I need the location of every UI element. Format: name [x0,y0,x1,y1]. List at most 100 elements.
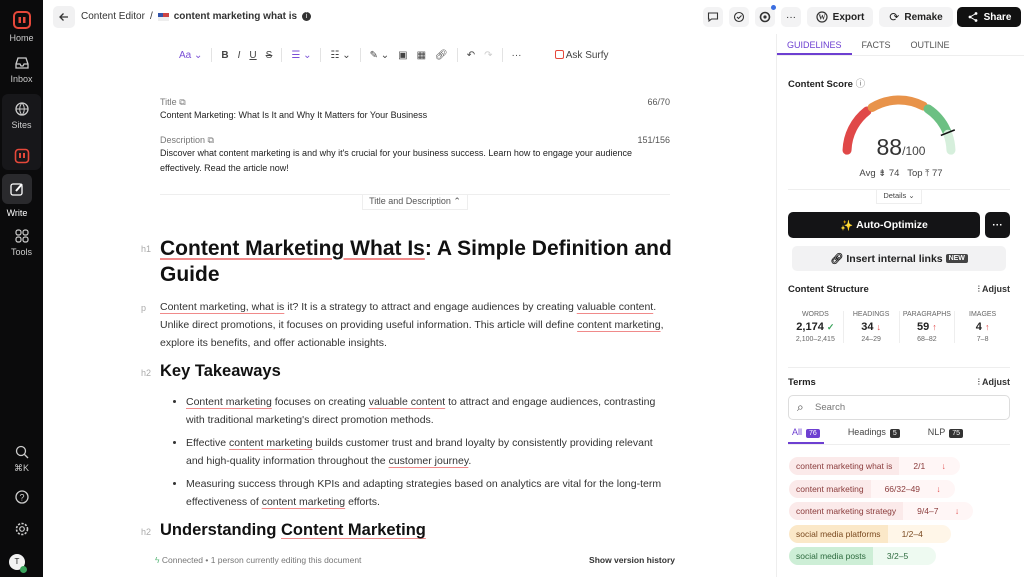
guidelines-panel: GUIDELINES FACTS OUTLINE Content Score ⓘ 8… [776,34,1024,577]
gauge-green-segment [923,104,952,138]
copy-icon[interactable]: ⧉ [179,97,185,107]
term-tab-headings[interactable]: Headings 5 [844,424,904,444]
list-dropdown[interactable]: ☷ ⌄ [330,50,350,61]
stat-paragraphs: PARAGRAPHS 59 ↑ 68–82 [900,311,956,343]
term-highlight[interactable]: customer journey [389,455,469,467]
auto-optimize-button[interactable]: ✨ Auto-Optimize [788,212,980,238]
term-highlight[interactable]: valuable content [577,301,653,313]
status-bar: ϟ Connected • 1 person currently editing… [155,555,675,565]
term-highlight[interactable]: content marketing [577,319,660,331]
underline-button[interactable]: U [249,50,256,61]
term-highlight[interactable]: content marketing [229,437,312,449]
site-logo[interactable] [0,148,43,164]
adjust-terms-button[interactable]: ⫶ Adjust [978,377,1010,388]
italic-button[interactable]: I [238,50,241,61]
surfy-icon [554,49,564,59]
description-field[interactable]: Description ⧉ 151/156 Discover what conten… [160,135,670,176]
title-description-toggle[interactable]: Title and Description ⌃ [362,194,468,210]
sidebar: Home Inbox Sites Write Tools ⌘K ? T [0,0,43,577]
ask-surfy-button[interactable]: Ask Surfy [554,49,609,61]
intro-paragraph: Content marketing, what is it? It is a s… [160,298,670,352]
sidebar-item-sites[interactable]: Sites [0,101,43,130]
term-highlight[interactable]: Content marketing [186,396,272,408]
redo-icon[interactable]: ↷ [484,50,492,61]
version-history-link[interactable]: Show version history [589,555,675,565]
term-highlight[interactable]: Content Marketing [281,521,426,539]
status-icon: ↓ [876,322,882,332]
highlight-dropdown[interactable]: ✎ ⌄ [370,50,390,61]
term-chip[interactable]: content marketing what is 2/1 ↓ [789,457,960,475]
logo-icon [12,11,31,29]
more-options-button[interactable]: ··· [985,212,1010,238]
table-icon[interactable]: ▦ [417,50,426,61]
tab-outline[interactable]: OUTLINE [901,34,960,55]
export-button[interactable]: W Export [807,7,873,27]
term-chip[interactable]: social media posts 3/2–5 [789,547,937,565]
share-button[interactable]: Share [957,7,1021,27]
info-icon[interactable]: i [302,12,312,21]
term-highlight[interactable]: content marketing [262,496,345,508]
font-style-dropdown[interactable]: Aa ⌄ [179,50,202,61]
svg-text:?: ? [19,493,24,503]
sidebar-item-home[interactable]: Home [0,10,43,43]
link-icon[interactable]: 🔗︎ [435,50,448,61]
wordpress-icon: W [816,11,828,23]
list-item: Measuring success through KPIs and adapt… [186,475,670,511]
more-button[interactable]: ··· [781,7,801,27]
term-tab-all[interactable]: All 76 [788,424,824,444]
top-bar: Content Editor / content marketing what … [43,0,1024,34]
strikethrough-button[interactable]: S [266,50,273,61]
details-toggle[interactable]: Details ⌄ [876,190,922,204]
more-icon[interactable]: ··· [512,50,522,61]
bold-button[interactable]: B [221,50,228,61]
text-segment: . [468,455,472,467]
breadcrumb-root[interactable]: Content Editor [81,11,145,22]
help-icon: ? [14,490,29,504]
check-button[interactable] [729,7,749,27]
comment-icon [707,12,719,23]
term-highlight[interactable]: Content Marketing What Is [160,237,425,260]
refresh-icon: ⟳ [889,10,900,24]
search-button[interactable]: ⌘K [0,444,43,474]
term-chip[interactable]: social media platforms 1/2–4 [789,524,951,543]
sidebar-item-write[interactable] [0,181,34,197]
stat-images: IMAGES 4 ↑ 7–8 [969,311,997,343]
text-segment: it? It is a strategy to attract and enga… [284,301,577,313]
term-highlight[interactable]: valuable content [369,396,445,408]
content-score-label: Content Score ⓘ [788,79,866,90]
text-segment: efforts. [345,496,380,508]
list-item: Content marketing focuses on creating va… [186,393,670,429]
terms-search-input[interactable]: ⌕ Search [788,395,1010,420]
help-button[interactable]: ? [0,489,43,505]
info-icon[interactable]: ⓘ [856,79,866,90]
gauge-orange-segment [867,95,928,112]
inbox-icon [14,57,29,69]
sidebar-item-tools[interactable]: Tools [0,228,43,257]
term-tab-nlp[interactable]: NLP 75 [924,424,967,444]
align-dropdown[interactable]: ☰ ⌄ [291,50,311,61]
term-highlight[interactable]: Content marketing, what is [160,301,284,313]
term-chip[interactable]: content marketing strategy 9/4–7 ↓ [789,502,974,520]
heading-1: Content Marketing What Is: A Simple Defi… [160,236,680,288]
status-icon: ✓ [826,322,835,332]
more-icon: ··· [786,11,796,23]
term-chip[interactable]: content marketing 66/32–49 ↓ [789,479,955,498]
text-segment: Key Takeaways [160,362,281,380]
copy-icon[interactable]: ⧉ [208,135,214,145]
text-segment: Understanding [160,521,282,539]
remake-button[interactable]: ⟳ Remake [879,7,953,27]
comments-button[interactable] [703,7,723,27]
title-field[interactable]: Title ⧉ 66/70 Content Marketing: What Is I… [160,97,670,123]
adjust-structure-button[interactable]: ⫶ Adjust [978,284,1010,295]
arrow-left-icon [59,13,68,21]
insert-links-button[interactable]: 🔗︎ Insert internal links NEW [792,246,1006,271]
back-button[interactable] [53,6,75,28]
sidebar-item-inbox[interactable]: Inbox [0,55,43,84]
settings-button[interactable] [0,521,43,537]
tab-guidelines[interactable]: GUIDELINES [777,34,852,55]
content-structure-stats: WORDS 2,174 ✓ 2,100–2,415 HEADINGS 34 ↓ 24–29… [788,311,1010,343]
image-icon[interactable]: ▣ [398,50,407,61]
tab-facts[interactable]: FACTS [852,34,901,55]
undo-icon[interactable]: ↶ [467,50,475,61]
integrations-button[interactable] [755,5,776,27]
